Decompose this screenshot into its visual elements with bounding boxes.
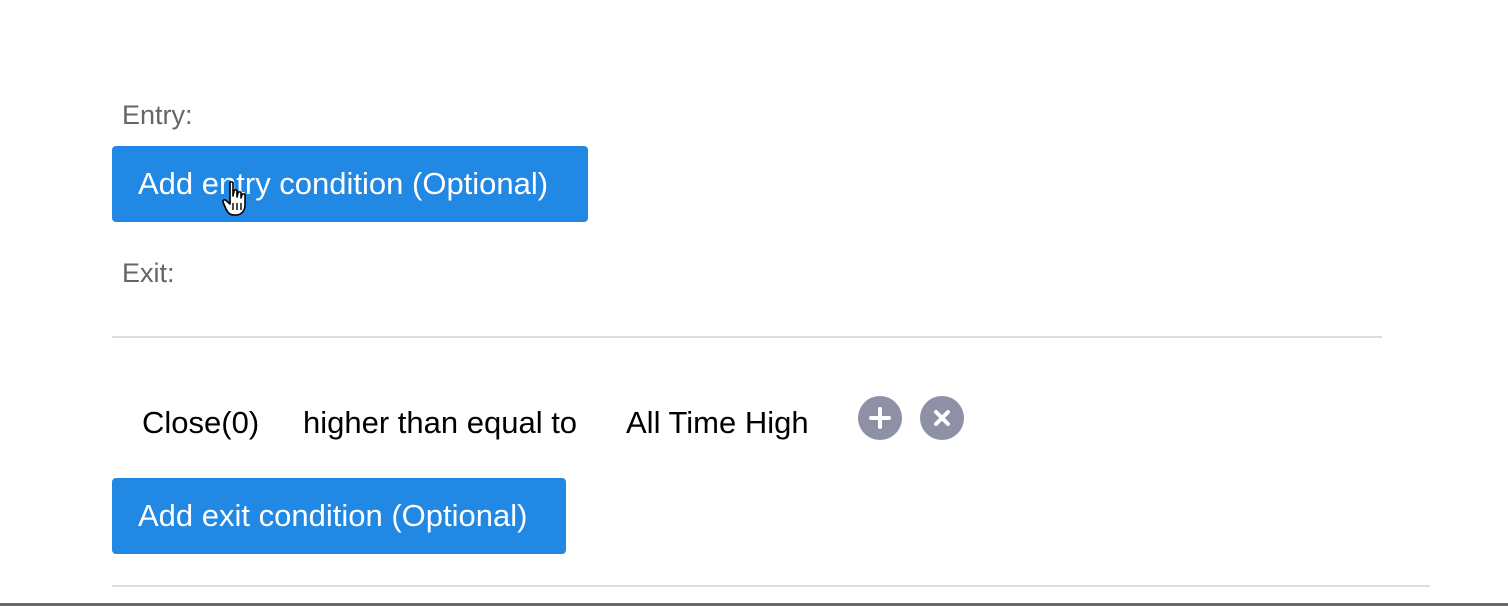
- exit-label: Exit:: [122, 258, 175, 288]
- plus-icon: [869, 407, 891, 429]
- entry-label: Entry:: [122, 100, 193, 130]
- exit-section-divider: [112, 336, 1382, 338]
- add-exit-condition-button[interactable]: Add exit condition (Optional): [112, 478, 566, 554]
- bottom-divider: [112, 585, 1430, 587]
- close-icon: [934, 410, 950, 426]
- condition-operator[interactable]: higher than equal to: [303, 403, 577, 443]
- remove-condition-button[interactable]: [920, 396, 964, 440]
- condition-left-operand[interactable]: Close(0): [142, 403, 259, 443]
- add-condition-button[interactable]: [858, 396, 902, 440]
- add-entry-condition-button[interactable]: Add entry condition (Optional): [112, 146, 588, 222]
- condition-right-operand[interactable]: All Time High: [626, 403, 809, 443]
